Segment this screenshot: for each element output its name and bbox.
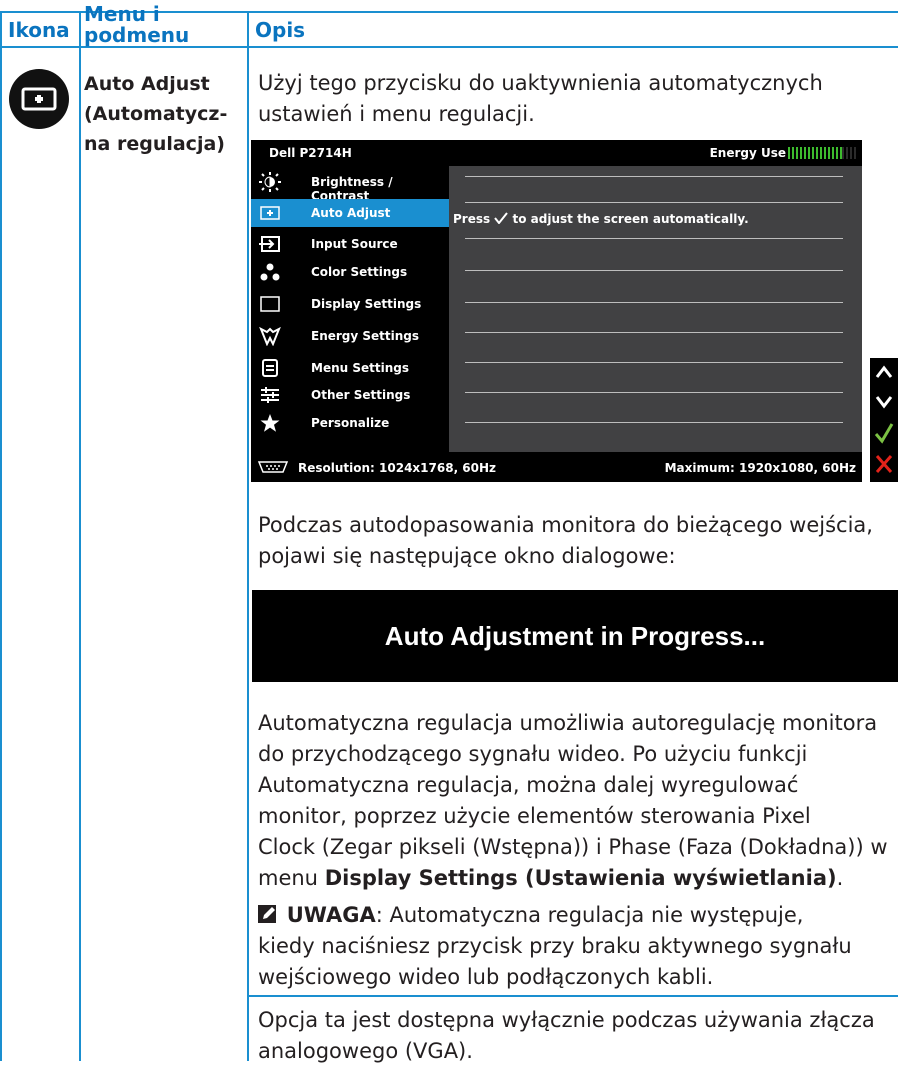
display-settings-reference: Display Settings (Ustawienia wyświetlani… [324,866,837,890]
para2-line6-suffix: . [836,866,844,890]
osd-item-input-source[interactable]: Input Source [251,230,449,258]
input-source-icon [259,234,281,254]
intro-paragraph: Użyj tego przycisku do uaktywnienia auto… [258,68,898,130]
para1-line2: pojawi się następujące okno dialogowe: [258,544,676,568]
para1-line1: Podczas autodopasowania monitora do bież… [258,513,873,537]
osd-item-label: Energy Settings [311,329,420,343]
osd-item-label: Menu Settings [311,361,409,375]
para2-line1: Automatyczna regulacja umożliwia autoreg… [258,711,878,735]
para3-line2: analogowego (VGA). [258,1039,473,1063]
osd-title: Dell P2714H [269,146,352,160]
menu-name-line1: Auto Adjust [84,73,210,95]
para2-line6: menu Display Settings (Ustawienia wyświe… [258,863,898,894]
osd-maximum: Maximum: 1920x1080, 60Hz [664,461,856,475]
osd-item-other-settings[interactable]: Other Settings [251,381,449,409]
note-paragraph: UWAGA: Automatyczna regulacja nie występ… [258,900,898,993]
osd-resolution: Resolution: 1024x1768, 60Hz [298,461,497,475]
osd-item-auto-adjust[interactable]: Auto Adjust [251,199,449,227]
header-icon-column: Ikona [8,18,70,42]
check-icon[interactable] [874,422,894,444]
osd-item-menu-settings[interactable]: Menu Settings [251,354,449,382]
divider [465,270,843,271]
osd-item-label: Personalize [311,416,390,430]
intro-line2: ustawień i menu regulacji. [258,102,535,126]
vga-connector-icon [257,460,289,474]
paragraph-dialog-intro: Podczas autodopasowania monitora do bież… [258,510,898,572]
osd-screenshot: Dell P2714H Energy Use Brightness / Cont… [251,140,862,482]
paragraph-vga-only: Opcja ta jest dostępna wyłącznie podczas… [258,1005,898,1067]
osd-item-label: Color Settings [311,265,408,279]
header-menu-line2: podmenu [84,23,190,47]
menu-settings-icon [259,358,281,378]
osd-message: Press to adjust the screen automatically… [453,212,749,226]
energy-meter [788,147,858,159]
divider [465,422,843,423]
divider [465,392,843,393]
osd-side-buttons [870,358,898,482]
header-menu-column: Menu i podmenu [84,4,189,46]
note-line2: kiedy naciśniesz przycisk przy braku akt… [258,934,852,958]
para2-line4: monitor, poprzez użycie elementów sterow… [258,804,811,828]
osd-item-label: Input Source [311,237,398,251]
osd-item-label: Display Settings [311,297,422,311]
row-divider [248,995,898,997]
note-pencil-icon [258,902,280,923]
star-icon [259,413,281,433]
osd-item-personalize[interactable]: Personalize [251,409,449,437]
para2-line6-prefix: menu [258,866,318,890]
header-menu-line1: Menu i [84,2,160,26]
auto-adjust-icon [8,68,70,130]
para3-line1: Opcja ta jest dostępna wyłącznie podczas… [258,1008,875,1032]
divider [465,332,843,333]
display-settings-icon [259,294,281,314]
column-divider-2 [247,11,249,1061]
menu-name-line2: (Automatycz- [84,103,228,125]
menu-name: Auto Adjust (Automatycz- na regulacja) [84,69,246,159]
divider [465,202,843,203]
brightness-icon [259,172,281,192]
osd-item-label: Auto Adjust [311,206,391,220]
osd-item-color-settings[interactable]: Color Settings [251,258,449,286]
divider [465,238,843,239]
paragraph-description: Automatyczna regulacja umożliwia autoreg… [258,708,898,894]
other-settings-icon [259,385,281,405]
osd-menu: Brightness / Contrast Auto Adjust Input … [251,166,449,452]
check-icon [494,212,509,225]
progress-dialog-text: Auto Adjustment in Progress... [384,621,766,651]
osd-item-energy-settings[interactable]: Energy Settings [251,322,449,350]
osd-footer: Resolution: 1024x1768, 60Hz Maximum: 192… [251,452,862,482]
divider [465,362,843,363]
osd-item-display-settings[interactable]: Display Settings [251,290,449,318]
color-settings-icon [259,262,281,282]
header-description-column: Opis [255,18,306,42]
note-line3: wejściowego wideo lub podłączonych kabli… [258,965,714,989]
note-label: UWAGA [286,903,376,927]
down-arrow-icon[interactable] [875,394,893,410]
menu-name-line3: na regulacja) [84,133,225,155]
column-divider-1 [79,11,81,1061]
osd-item-label: Other Settings [311,388,411,402]
intro-line1: Użyj tego przycisku do uaktywnienia auto… [258,71,823,95]
note-line1: UWAGA: Automatyczna regulacja nie występ… [258,900,898,931]
divider [465,176,843,177]
auto-adjust-icon [259,203,281,223]
osd-message-prefix: Press [453,212,491,226]
energy-settings-icon [259,326,281,347]
auto-adjust-progress-dialog: Auto Adjustment in Progress... [252,590,898,682]
osd-message-suffix: to adjust the screen automatically. [512,212,749,226]
para2-line5: Clock (Zegar pikseli (Wstępna)) i Phase … [258,835,888,859]
divider [465,302,843,303]
note-text: : Automatyczna regulacja nie występuje, [375,903,804,927]
osd-energy-label: Energy Use [709,146,786,160]
close-icon[interactable] [875,454,893,474]
para2-line3: Automatyczna regulacja, można dalej wyre… [258,773,799,797]
table-left-border [0,11,2,1061]
up-arrow-icon[interactable] [875,364,893,380]
osd-content-panel: Press to adjust the screen automatically… [449,166,862,452]
para2-line2: do przychodzącego sygnału wideo. Po użyc… [258,742,808,766]
osd-item-brightness-contrast[interactable]: Brightness / Contrast [251,168,449,203]
